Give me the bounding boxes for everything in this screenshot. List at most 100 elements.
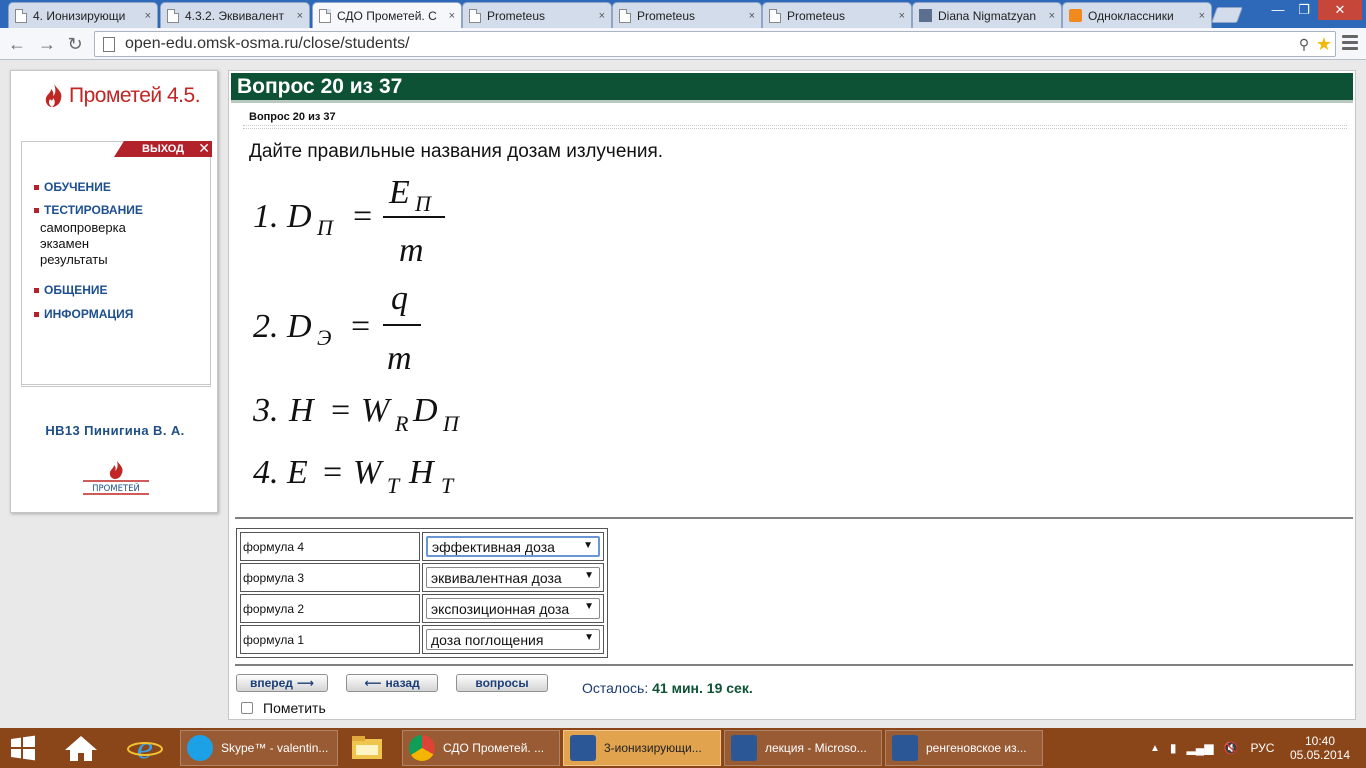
sidebar-subitem-exam[interactable]: экзамен	[40, 236, 89, 251]
table-row: формула 3 эквивалентная доза ▼	[240, 563, 604, 592]
answer-select-formula-1[interactable]: доза поглощения ▼	[426, 629, 600, 650]
forward-button[interactable]: вперед ⟶	[236, 674, 328, 692]
browser-tab-4[interactable]: Prometeus ×	[462, 2, 612, 28]
taskbar-item-label: СДО Прометей. ...	[443, 741, 545, 755]
close-icon[interactable]: ×	[449, 10, 455, 22]
questions-button[interactable]: вопросы	[456, 674, 548, 692]
browser-tab-3[interactable]: СДО Прометей. С ×	[312, 2, 462, 28]
zoom-icon[interactable]: ⚲	[1295, 36, 1313, 53]
reload-icon[interactable]: ↻	[64, 33, 86, 55]
answer-label: формула 2	[240, 594, 420, 623]
tab-label: Prometeus	[637, 8, 696, 23]
url-text[interactable]: open-edu.omsk-osma.ru/close/students/	[125, 35, 1295, 53]
taskbar-item-label: лекция - Microso...	[765, 741, 867, 755]
formula-number: 3.	[252, 392, 279, 429]
browser-toolbar: ← → ↻ open-edu.omsk-osma.ru/close/studen…	[0, 28, 1366, 60]
formula-symbol: D	[412, 392, 438, 429]
bookmark-star-icon[interactable]: ★	[1313, 34, 1335, 55]
browser-tab-5[interactable]: Prometeus ×	[612, 2, 762, 28]
volume-muted-icon[interactable]: 🔇	[1223, 741, 1238, 755]
answer-label: формула 4	[240, 532, 420, 561]
dropdown-arrow-icon: ▼	[584, 570, 594, 581]
arrow-right-icon: ⟶	[296, 676, 315, 690]
tab-label: 4. Ионизирующи	[33, 8, 126, 23]
formula-subscript: Э	[317, 325, 331, 350]
back-arrow-icon[interactable]: ←	[6, 33, 28, 55]
system-clock[interactable]: 10:40 05.05.2014	[1288, 734, 1352, 762]
hamburger-menu-icon[interactable]	[1342, 35, 1358, 53]
taskbar-item-word-2[interactable]: лекция - Microso...	[724, 730, 882, 766]
answer-table: формула 4 эффективная доза ▼ формула 3 э…	[236, 528, 608, 658]
formula-number: 1.	[253, 198, 279, 235]
window-close-icon[interactable]: ✕	[1318, 0, 1362, 20]
close-icon[interactable]: ×	[297, 10, 303, 22]
formula-3: 3. H = W R D П	[252, 392, 460, 436]
sidebar-subitem-results[interactable]: результаты	[40, 252, 108, 267]
taskbar-item-skype[interactable]: Skype™ - valentin...	[180, 730, 338, 766]
small-logo-text: ПРОМЕТЕЙ	[92, 482, 140, 494]
internet-explorer-icon[interactable]: e	[120, 731, 170, 765]
close-icon[interactable]: ×	[599, 10, 605, 22]
back-button[interactable]: ⟵ назад	[346, 674, 438, 692]
browser-tab-7[interactable]: Diana Nigmatzyan ×	[912, 2, 1062, 28]
taskbar-item-label: ренгеновское из...	[926, 741, 1027, 755]
user-name: НВ13 Пинигина В. А.	[45, 423, 185, 438]
table-row: формула 4 эффективная доза ▼	[240, 532, 604, 561]
close-icon[interactable]: ×	[145, 10, 151, 22]
formula-subscript: П	[316, 215, 334, 240]
close-icon[interactable]: ×	[1049, 10, 1055, 22]
windows-start-icon[interactable]	[8, 734, 38, 762]
file-explorer-icon[interactable]	[342, 731, 392, 765]
sidebar-item-info[interactable]: ИНФОРМАЦИЯ	[34, 307, 133, 321]
address-bar[interactable]: open-edu.omsk-osma.ru/close/students/ ⚲ …	[94, 31, 1336, 57]
answer-select-formula-3[interactable]: эквивалентная доза ▼	[426, 567, 600, 588]
prometheus-logo[interactable]: Прометей 4.5.	[43, 83, 201, 109]
answer-select-formula-4[interactable]: эффективная доза ▼	[426, 536, 600, 557]
exit-label: ВЫХОД	[142, 143, 185, 155]
sidebar-subitem-self-check[interactable]: самопроверка	[40, 220, 126, 235]
document-icon	[469, 8, 481, 23]
dropdown-arrow-icon: ▼	[584, 601, 594, 612]
timer-value: 41 мин. 19 сек.	[652, 680, 753, 696]
home-icon[interactable]	[56, 731, 106, 765]
restore-icon[interactable]: ❐	[1292, 0, 1316, 20]
document-icon	[619, 8, 631, 23]
browser-tab-2[interactable]: 4.3.2. Эквивалент ×	[160, 2, 310, 28]
sidebar: Прометей 4.5. ВЫХОД ✕ ОБУЧЕНИЕ ТЕСТИРОВА…	[10, 70, 218, 513]
close-icon[interactable]: ×	[749, 10, 755, 22]
taskbar-item-word-3[interactable]: ренгеновское из...	[885, 730, 1043, 766]
exit-button[interactable]: ВЫХОД ✕	[114, 141, 212, 157]
mark-question[interactable]: Пометить	[241, 700, 326, 716]
new-tab-button[interactable]	[1211, 7, 1243, 23]
formula-subscript: П	[442, 411, 460, 436]
forward-arrow-icon[interactable]: →	[36, 33, 58, 55]
formula-number: 2.	[253, 308, 279, 345]
arrow-left-icon: ⟵	[364, 676, 382, 690]
sidebar-item-label: ОБЩЕНИЕ	[44, 283, 108, 297]
taskbar-item-chrome[interactable]: СДО Прометей. ...	[402, 730, 560, 766]
browser-tab-8[interactable]: Одноклассники ×	[1062, 2, 1212, 28]
sidebar-item-training[interactable]: ОБУЧЕНИЕ	[34, 180, 111, 194]
sidebar-item-communication[interactable]: ОБЩЕНИЕ	[34, 283, 108, 297]
time-remaining: Осталось: 41 мин. 19 сек.	[582, 680, 753, 696]
word-icon	[570, 735, 596, 761]
answer-select-formula-2[interactable]: экспозиционная доза ▼	[426, 598, 600, 619]
mark-checkbox[interactable]	[241, 702, 253, 714]
taskbar-item-word-1[interactable]: 3-ионизирующи...	[563, 730, 721, 766]
section-divider	[235, 664, 1353, 666]
browser-tab-6[interactable]: Prometeus ×	[762, 2, 912, 28]
battery-icon[interactable]: ▮	[1170, 741, 1177, 755]
page-icon	[103, 36, 115, 52]
minimize-icon[interactable]: —	[1266, 0, 1290, 20]
question-subheader: Вопрос 20 из 37	[249, 111, 336, 123]
close-icon[interactable]: ×	[899, 10, 905, 22]
formula-subscript: R	[394, 411, 409, 436]
browser-tab-1[interactable]: 4. Ионизирующи ×	[8, 2, 158, 28]
show-hidden-icons-icon[interactable]: ▲	[1150, 743, 1160, 754]
language-indicator[interactable]: РУС	[1250, 741, 1274, 755]
document-icon	[319, 8, 331, 23]
signal-icon[interactable]: ▂▄▆	[1187, 741, 1214, 755]
dotted-divider	[243, 125, 1347, 129]
sidebar-item-testing[interactable]: ТЕСТИРОВАНИЕ	[34, 203, 143, 217]
close-icon[interactable]: ×	[1199, 10, 1205, 22]
